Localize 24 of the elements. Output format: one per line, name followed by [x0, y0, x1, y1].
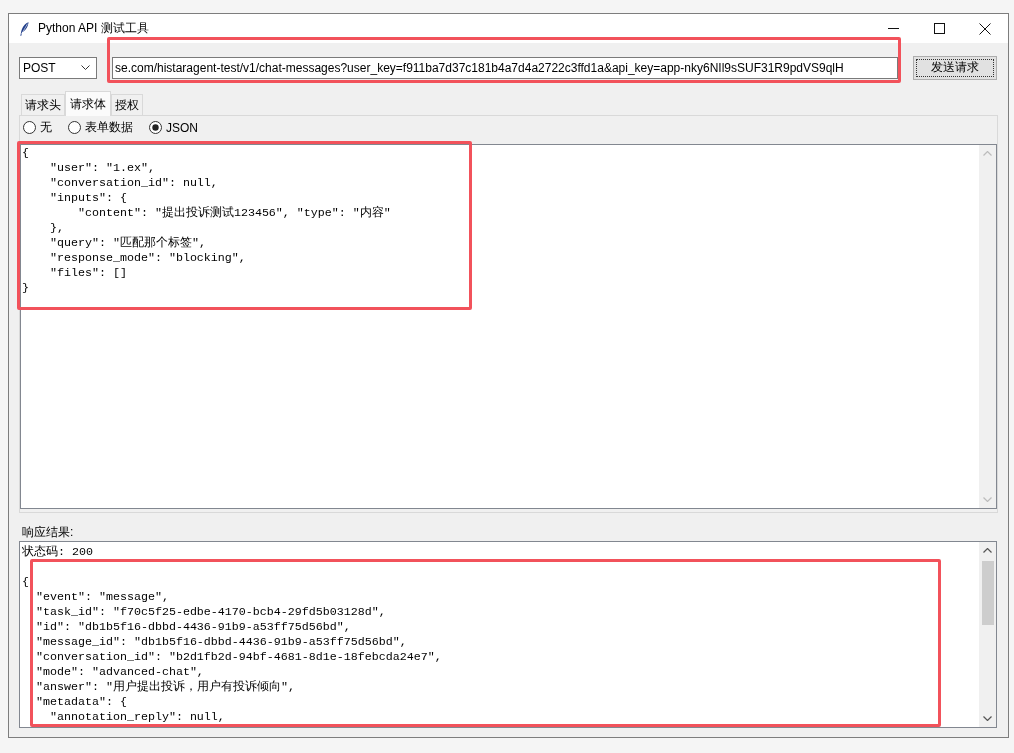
radio-option[interactable]: 表单数据 — [68, 119, 133, 136]
scrollbar-thumb[interactable] — [981, 561, 994, 625]
response-label: 响应结果: — [21, 524, 74, 540]
response-json-text: { "event": "message", "task_id": "f70c5f25-edbe-4170-bcb4-29fd5b03128d", "id": "db1b5f16-dbbd-4436-91b9-a53ff75d56bd", "message_id": "db1b5f16-dbbd-4436-91b9-a53ff75d56bd", "conversation_id": "b2d1fb2d-94bf-4681-8d1e-18febcda24e7", "mode": "advanced-chat", "answer": "用户提出投诉，用户有投诉倾向", "metadata": { "annotation_reply": null, — [21, 575, 442, 725]
minimize-icon[interactable] — [887, 28, 899, 29]
radio-option[interactable]: 无 — [23, 119, 52, 136]
json-text: { "user": "1.ex", "conversation_id": null, "inputs": { "content": "提出投诉测试123456", "type": "内容" }, "query": "匹配那个标签", "response_mode": "blocking", "files": [] } — [22, 146, 391, 296]
feather-icon — [20, 21, 29, 36]
tab[interactable]: 请求体 — [65, 91, 111, 116]
caret-icon — [81, 65, 90, 70]
radio-option[interactable]: JSON — [149, 120, 198, 135]
maximize-icon[interactable] — [933, 23, 945, 34]
status-text: 状态码: 200 — [21, 544, 93, 560]
tab[interactable]: 请求头 — [21, 94, 65, 115]
scroll-up-icon[interactable] — [983, 548, 992, 553]
url-field[interactable]: se.com/histaragent-test/v1/chat-messages?user_key=f911ba7d37c181b4a7d4a2722c3ffd1a&api_key=app-nky6NIl9sSUF31R9pdVS9qlH — [112, 56, 898, 79]
tab[interactable]: 授权 — [111, 94, 143, 115]
close-icon[interactable] — [979, 22, 991, 35]
scrollbar[interactable] — [979, 542, 996, 727]
method-dropdown[interactable]: POST — [19, 56, 97, 79]
scroll-down-icon[interactable] — [983, 716, 992, 721]
send-request-button[interactable]: 发送请求 — [913, 55, 997, 80]
request-body-field[interactable]: { "user": "1.ex", "conversation_id": null, "inputs": { "content": "提出投诉测试123456", "type": "内容" }, "query": "匹配那个标签", "response_mode": "blocking", "files": [] } — [20, 144, 997, 509]
window-title: Python API 测试工具 — [38, 20, 149, 37]
